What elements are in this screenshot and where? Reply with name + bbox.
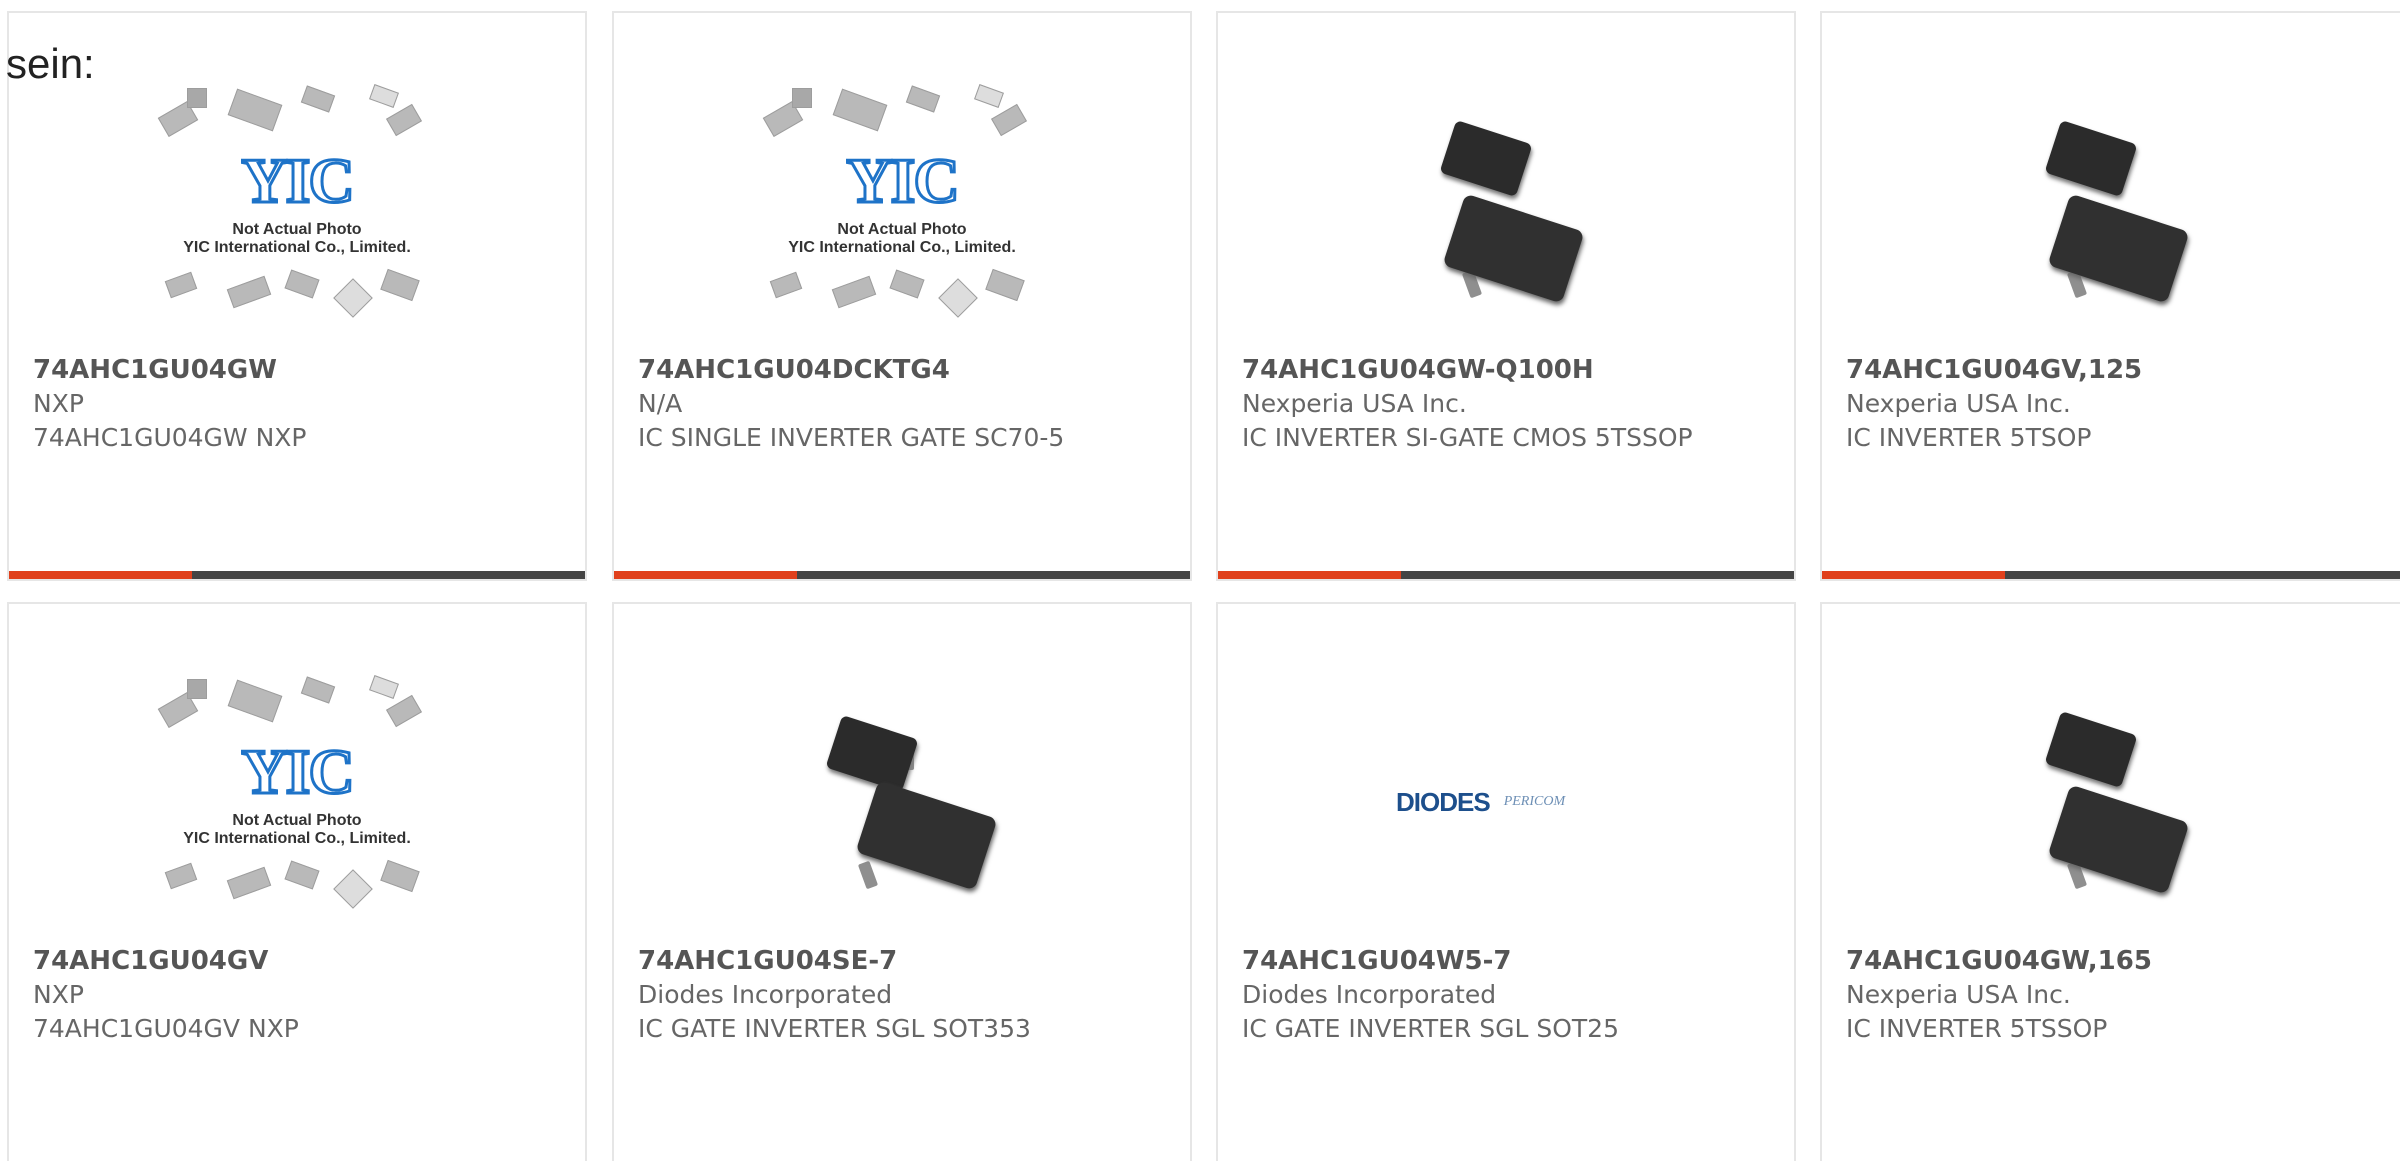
product-card[interactable]: YIC Not Actual Photo YIC International C… [7,11,587,581]
manufacturer: NXP [33,389,84,418]
manufacturer: Nexperia USA Inc. [1846,389,2071,418]
placeholder-company: YIC International Co., Limited. [788,239,1016,256]
part-number[interactable]: 74AHC1GU04SE-7 [638,944,1138,978]
sot-package-photo [802,702,1002,902]
product-card[interactable]: 74AHC1GU04GV,125 Nexperia USA Inc. IC IN… [1820,11,2400,581]
pericom-wordmark: PERICOM [1503,794,1566,809]
yic-logo: YIC [845,144,961,218]
diodes-logo: DIODES PERICOM [1396,782,1616,822]
manufacturer: NXP [33,980,84,1009]
product-image[interactable] [1356,61,1656,361]
yic-placeholder-image: YIC Not Actual Photo YIC International C… [157,675,437,927]
product-card[interactable]: YIC Not Actual Photo YIC International C… [7,602,587,1161]
part-number[interactable]: 74AHC1GU04GV [33,944,533,978]
placeholder-company: YIC International Co., Limited. [183,239,411,256]
yic-placeholder-image: YIC Not Actual Photo YIC International C… [762,84,1042,336]
product-card[interactable]: 74AHC1GU04SE-7 Diodes Incorporated IC GA… [612,602,1192,1161]
manufacturer: N/A [638,389,683,418]
product-image[interactable] [1961,61,2261,361]
yic-logo: YIC [240,144,356,218]
description: IC SINGLE INVERTER GATE SC70-5 [638,423,1065,452]
part-number[interactable]: 74AHC1GU04GW [33,353,533,387]
yic-placeholder-image: YIC Not Actual Photo YIC International C… [157,84,437,336]
product-card[interactable]: DIODES PERICOM 74AHC1GU04W5-7 Diodes Inc… [1216,602,1796,1161]
card-footer-bar [614,571,1190,579]
product-image[interactable]: DIODES PERICOM [1356,652,1656,952]
description: IC INVERTER 5TSOP [1846,423,2092,452]
manufacturer: Nexperia USA Inc. [1846,980,2071,1009]
description: IC INVERTER SI-GATE CMOS 5TSSOP [1242,423,1693,452]
placeholder-note: Not Actual Photo [232,812,362,829]
card-footer-bar [1218,571,1794,579]
yic-logo: YIC [240,735,356,809]
product-card[interactable]: YIC Not Actual Photo YIC International C… [612,11,1192,581]
diodes-wordmark: DIODES [1396,786,1491,817]
card-footer-bar [9,571,585,579]
product-image[interactable]: YIC Not Actual Photo YIC International C… [147,652,447,952]
product-image[interactable] [1961,652,2261,952]
manufacturer: Nexperia USA Inc. [1242,389,1467,418]
product-card[interactable]: 74AHC1GU04GW,165 Nexperia USA Inc. IC IN… [1820,602,2400,1161]
placeholder-note: Not Actual Photo [232,221,362,238]
product-card[interactable]: 74AHC1GU04GW-Q100H Nexperia USA Inc. IC … [1216,11,1796,581]
part-number[interactable]: 74AHC1GU04DCKTG4 [638,353,1138,387]
description: 74AHC1GU04GW NXP [33,423,307,452]
placeholder-company: YIC International Co., Limited. [183,830,411,847]
part-number[interactable]: 74AHC1GU04GV,125 [1846,353,2346,387]
description: IC GATE INVERTER SGL SOT25 [1242,1014,1619,1043]
part-number[interactable]: 74AHC1GU04GW,165 [1846,944,2346,978]
sot-package-photo [2011,702,2211,902]
part-number[interactable]: 74AHC1GU04GW-Q100H [1242,353,1742,387]
part-number[interactable]: 74AHC1GU04W5-7 [1242,944,1742,978]
card-accent [1822,571,2005,579]
sot-package-photo [2011,111,2211,311]
description: IC INVERTER 5TSSOP [1846,1014,2108,1043]
description: 74AHC1GU04GV NXP [33,1014,299,1043]
product-image[interactable]: YIC Not Actual Photo YIC International C… [147,61,447,361]
sot-package-photo [1406,111,1606,311]
product-grid: YIC Not Actual Photo YIC International C… [7,11,2400,1161]
manufacturer: Diodes Incorporated [1242,980,1497,1009]
description: IC GATE INVERTER SGL SOT353 [638,1014,1031,1043]
card-accent [614,571,797,579]
card-accent [9,571,192,579]
product-image[interactable]: YIC Not Actual Photo YIC International C… [752,61,1052,361]
intro-text: sein: [6,40,95,87]
card-footer-bar [1822,571,2400,579]
manufacturer: Diodes Incorporated [638,980,893,1009]
placeholder-note: Not Actual Photo [837,221,967,238]
card-accent [1218,571,1401,579]
product-image[interactable] [752,652,1052,952]
